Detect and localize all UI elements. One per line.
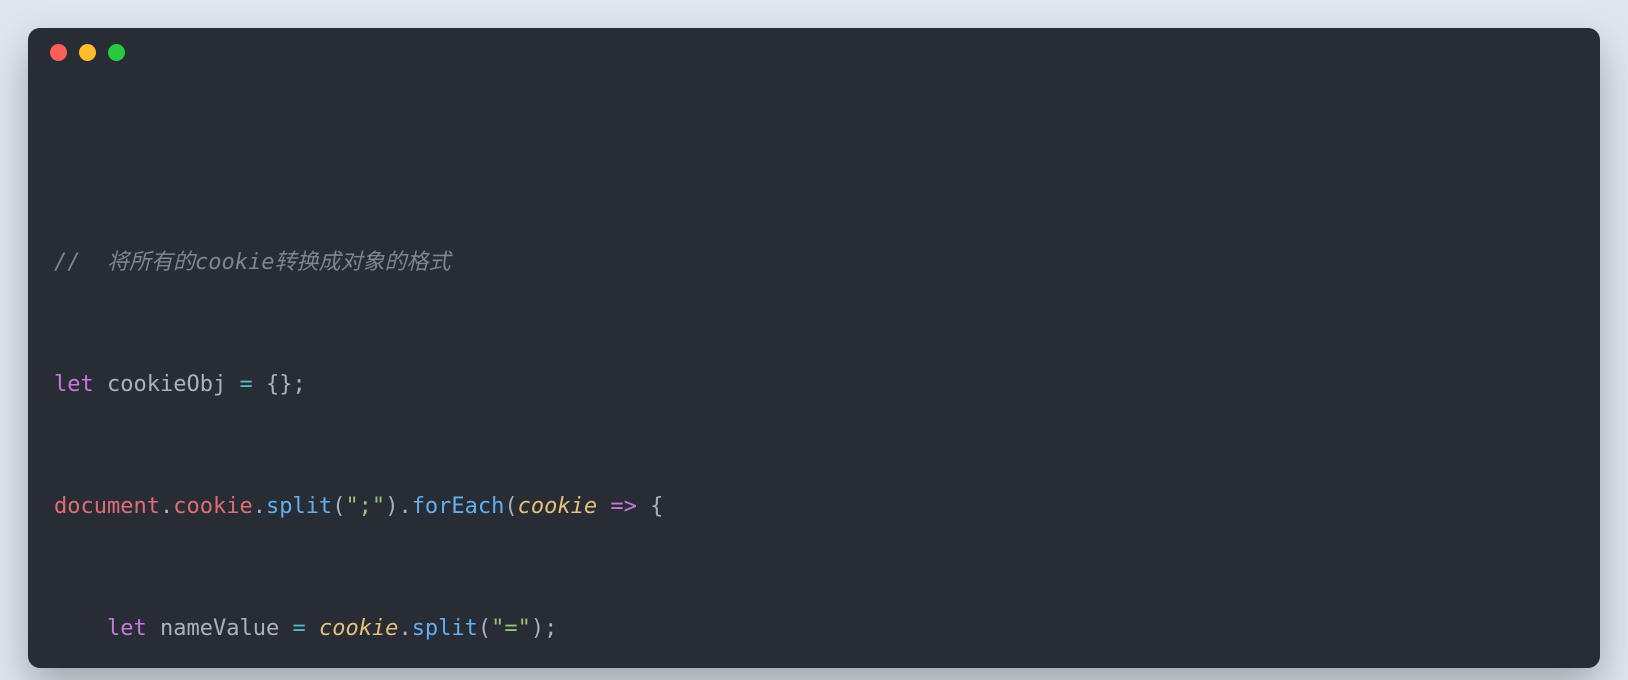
code-line: let nameValue = cookie.split("="); <box>54 609 1574 650</box>
code-area: // 将所有的cookie转换成对象的格式 let cookieObj = {}… <box>28 76 1600 668</box>
code-line: let cookieObj = {}; <box>54 365 1574 406</box>
comment: // 将所有的cookie转换成对象的格式 <box>54 250 450 275</box>
maximize-icon[interactable] <box>108 44 125 61</box>
close-icon[interactable] <box>50 44 67 61</box>
code-line: document.cookie.split(";").forEach(cooki… <box>54 487 1574 528</box>
param: cookie <box>518 494 597 519</box>
code-window: // 将所有的cookie转换成对象的格式 let cookieObj = {}… <box>28 28 1600 668</box>
code-block-1: // 将所有的cookie转换成对象的格式 let cookieObj = {}… <box>54 161 1574 668</box>
code-line: // 将所有的cookie转换成对象的格式 <box>54 243 1574 284</box>
window-titlebar <box>28 28 1600 76</box>
minimize-icon[interactable] <box>79 44 96 61</box>
